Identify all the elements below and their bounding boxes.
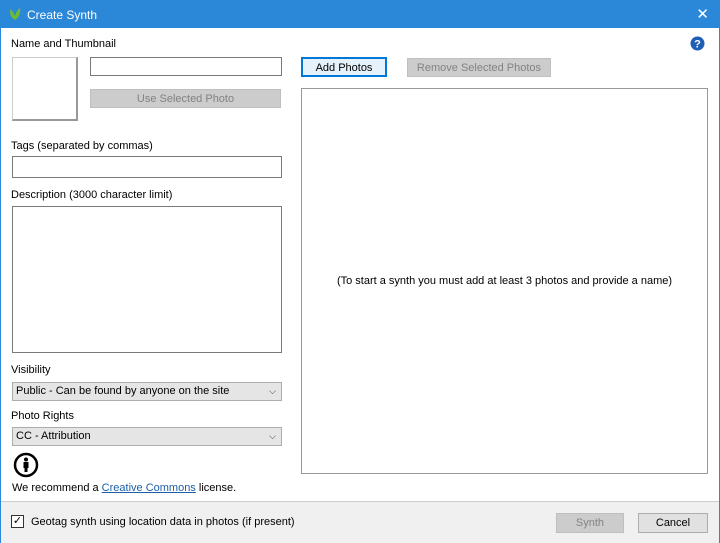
description-label: Description (3000 character limit) xyxy=(11,189,173,201)
help-icon[interactable]: ? xyxy=(690,36,705,51)
svg-text:?: ? xyxy=(694,39,701,51)
remove-selected-photos-button[interactable]: Remove Selected Photos xyxy=(407,58,551,77)
tags-label: Tags (separated by commas) xyxy=(11,140,153,152)
chevron-down-icon: ⌵ xyxy=(269,431,276,441)
tags-input[interactable] xyxy=(12,156,282,178)
visibility-select[interactable]: Public - Can be found by anyone on the s… xyxy=(12,382,282,401)
thumbnail-preview xyxy=(12,57,78,121)
recommend-suffix: license. xyxy=(195,482,237,494)
photos-panel[interactable]: (To start a synth you must add at least … xyxy=(301,88,708,474)
photo-rights-value: CC - Attribution xyxy=(16,430,91,442)
cc-attribution-icon xyxy=(13,452,39,478)
creative-commons-link[interactable]: Creative Commons xyxy=(102,482,196,494)
photo-rights-label: Photo Rights xyxy=(11,410,74,422)
add-photos-button[interactable]: Add Photos xyxy=(301,57,387,77)
chevron-down-icon: ⌵ xyxy=(269,386,276,396)
recommend-prefix: We recommend a xyxy=(12,482,102,494)
visibility-label: Visibility xyxy=(11,364,51,376)
recommend-text: We recommend a Creative Commons license. xyxy=(12,482,236,494)
visibility-value: Public - Can be found by anyone on the s… xyxy=(16,385,230,397)
description-textarea[interactable] xyxy=(12,206,282,353)
footer: ✓ Geotag synth using location data in ph… xyxy=(1,501,719,543)
title-bar: Create Synth ✕ xyxy=(1,1,719,28)
photo-rights-select[interactable]: CC - Attribution ⌵ xyxy=(12,427,282,446)
synth-button[interactable]: Synth xyxy=(556,513,624,533)
use-selected-photo-button[interactable]: Use Selected Photo xyxy=(90,89,281,108)
create-synth-dialog: Create Synth ✕ Name and Thumbnail Use Se… xyxy=(0,0,720,543)
close-icon[interactable]: ✕ xyxy=(696,5,709,23)
photos-placeholder-text: (To start a synth you must add at least … xyxy=(336,275,673,287)
window-title: Create Synth xyxy=(27,8,98,22)
leaf-logo-icon xyxy=(10,8,21,20)
name-thumbnail-label: Name and Thumbnail xyxy=(11,38,116,50)
geotag-checkbox[interactable]: ✓ xyxy=(11,515,24,528)
cancel-button[interactable]: Cancel xyxy=(638,513,708,533)
geotag-label: Geotag synth using location data in phot… xyxy=(31,516,295,528)
name-input[interactable] xyxy=(90,57,282,76)
